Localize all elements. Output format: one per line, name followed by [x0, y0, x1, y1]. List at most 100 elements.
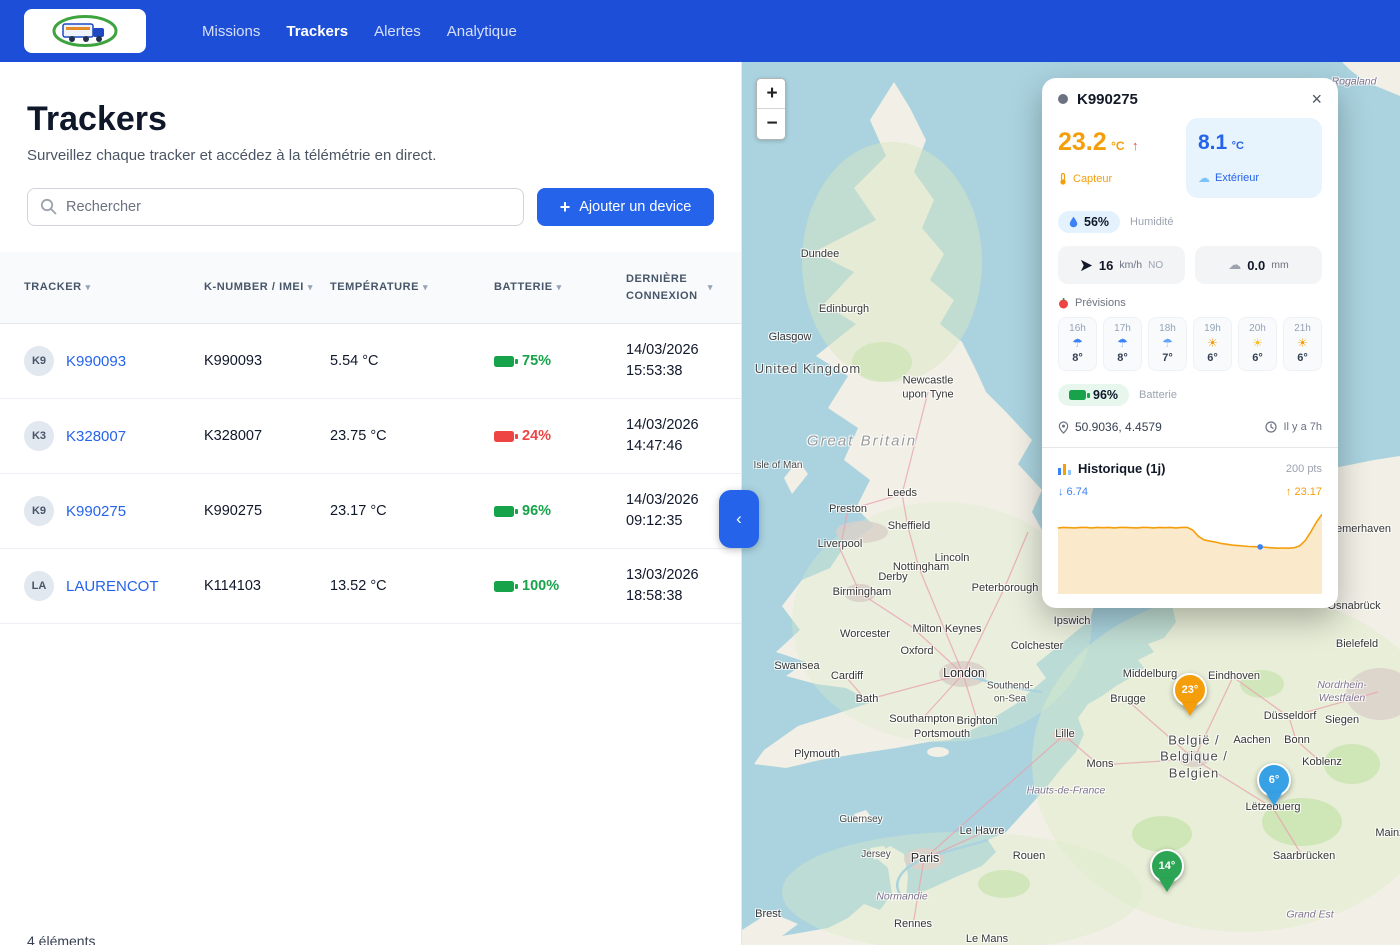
page-title: Trackers	[27, 100, 714, 139]
column-header[interactable]: Tracker ▾	[24, 279, 204, 296]
nav-item[interactable]: Analytique	[447, 23, 517, 40]
sort-chevron-icon: ▾	[708, 282, 713, 293]
avatar: K3	[24, 421, 54, 451]
sort-chevron-icon: ▾	[557, 282, 562, 293]
add-device-button[interactable]: + Ajouter un device	[537, 188, 714, 226]
popup-title: K990275	[1077, 91, 1302, 108]
pin-tail	[1182, 703, 1198, 724]
knumber-cell: K328007	[204, 428, 330, 444]
map-marker[interactable]: 23°	[1173, 673, 1207, 724]
forecast-label: Prévisions	[1075, 297, 1126, 309]
wind-unit: km/h	[1119, 259, 1142, 271]
brand-logo[interactable]	[24, 9, 146, 53]
weather-icon: ☂	[1162, 337, 1173, 349]
history-min: ↓ 6.74	[1058, 486, 1286, 498]
precip-unit: mm	[1271, 259, 1289, 271]
battery-cell: 96%	[494, 503, 626, 519]
table-row: K3 K328007 K328007 23.75 °C 24% 14/03/20…	[0, 399, 741, 474]
zoom-out-button[interactable]: −	[757, 109, 786, 139]
wind-direction: NO	[1148, 260, 1163, 271]
droplet-icon	[1069, 216, 1078, 228]
column-header[interactable]: Batterie ▾	[494, 279, 626, 296]
humidity-value: 56%	[1084, 215, 1109, 229]
map-marker[interactable]: 14°	[1150, 849, 1184, 900]
avatar: K9	[24, 496, 54, 526]
tracker-link[interactable]: K990093	[66, 353, 126, 370]
weather-icon: ☂	[1117, 337, 1128, 349]
trackers-panel: Trackers Surveillez chaque tracker et ac…	[0, 62, 742, 945]
knumber-cell: K114103	[204, 578, 330, 594]
wind-direction-icon	[1080, 259, 1093, 272]
avatar: K9	[24, 346, 54, 376]
battery-cell: 24%	[494, 428, 626, 444]
map[interactable]: + − RogalandDundeeEdinburghGlasgowUnited…	[742, 62, 1400, 945]
humidity-label: Humidité	[1130, 216, 1173, 228]
history-points-badge: 200 pts	[1286, 463, 1322, 475]
search-input[interactable]	[27, 188, 524, 226]
temperature-cell: 13.52 °C	[330, 578, 494, 594]
add-device-label: Ajouter un device	[579, 199, 691, 215]
nav-item[interactable]: Trackers	[286, 23, 348, 40]
forecast-hour-box: 21h ☀ 6°	[1283, 317, 1322, 371]
sort-chevron-icon: ▾	[308, 282, 313, 293]
plus-icon: +	[560, 198, 571, 216]
nav-item[interactable]: Missions	[202, 23, 260, 40]
last-seen: Il y a 7h	[1283, 421, 1322, 433]
battery-cell: 100%	[494, 578, 626, 594]
last-connection-cell: 14/03/2026 09:12:35	[626, 490, 721, 532]
battery-icon	[1069, 390, 1086, 400]
column-header[interactable]: K-Number / IMEI ▾	[204, 279, 330, 296]
tracker-popup: K990275 × 23.2 °C ↑ Capteur 8.1 °C ☁	[1042, 78, 1338, 608]
column-header[interactable]: Température ▾	[330, 279, 494, 296]
table-row: K9 K990093 K990093 5.54 °C 75% 14/03/202…	[0, 324, 741, 399]
forecast-icon	[1058, 298, 1069, 309]
sensor-temp-unit: °C	[1111, 139, 1124, 153]
trend-up-icon: ↑	[1132, 138, 1139, 153]
status-dot	[1058, 94, 1068, 104]
last-connection-cell: 13/03/2026 18:58:38	[626, 565, 721, 607]
wind-chip: 16 km/h NO	[1058, 246, 1185, 284]
collapse-panel-button[interactable]: ‹	[719, 490, 759, 548]
thermometer-icon	[1058, 173, 1068, 185]
tracker-link[interactable]: LAURENCOT	[66, 578, 159, 595]
humidity-chip: 56%	[1058, 211, 1120, 233]
forecast-hour-box: 18h ☂ 7°	[1148, 317, 1187, 371]
pin-tail	[1266, 793, 1282, 814]
weather-icon: ☀	[1297, 337, 1308, 349]
column-header[interactable]: Dernière connexion ▾	[626, 271, 721, 304]
weather-icon: ☂	[1072, 337, 1083, 349]
sensor-temp-value: 23.2	[1058, 128, 1107, 156]
table-body: K9 K990093 K990093 5.54 °C 75% 14/03/202…	[0, 324, 741, 624]
avatar: LA	[24, 571, 54, 601]
top-navbar: Missions Trackers Alertes Analytique	[0, 0, 1400, 62]
main-nav: Missions Trackers Alertes Analytique	[202, 23, 517, 40]
battery-label: Batterie	[1139, 389, 1177, 401]
history-max: ↑ 23.17	[1286, 486, 1322, 498]
map-marker[interactable]: 6°	[1257, 763, 1291, 814]
coordinates: 50.9036, 4.4579	[1075, 420, 1259, 434]
tracker-link[interactable]: K990275	[66, 503, 126, 520]
battery-cell: 75%	[494, 353, 626, 369]
battery-icon	[494, 431, 514, 442]
weather-icon: ☀	[1252, 337, 1263, 349]
sort-chevron-icon: ▾	[423, 282, 428, 293]
exterior-temp-value: 8.1	[1198, 131, 1227, 154]
battery-icon	[494, 356, 514, 367]
chevron-left-icon: ‹	[736, 509, 742, 529]
clock-icon	[1265, 421, 1277, 433]
pin-tail	[1159, 879, 1175, 900]
forecast-hour-box: 20h ☀ 6°	[1238, 317, 1277, 371]
zoom-in-button[interactable]: +	[757, 79, 786, 109]
exterior-temp-unit: °C	[1232, 140, 1244, 152]
forecast-hour-box: 19h ☀ 6°	[1193, 317, 1232, 371]
close-icon[interactable]: ×	[1311, 90, 1322, 108]
battery-icon	[494, 506, 514, 517]
nav-item[interactable]: Alertes	[374, 23, 421, 40]
knumber-cell: K990093	[204, 353, 330, 369]
temperature-cell: 23.17 °C	[330, 503, 494, 519]
search-icon	[40, 198, 57, 220]
history-title: Historique (1j)	[1078, 461, 1279, 476]
last-connection-cell: 14/03/2026 15:53:38	[626, 340, 721, 382]
wind-value: 16	[1099, 258, 1113, 273]
tracker-link[interactable]: K328007	[66, 428, 126, 445]
